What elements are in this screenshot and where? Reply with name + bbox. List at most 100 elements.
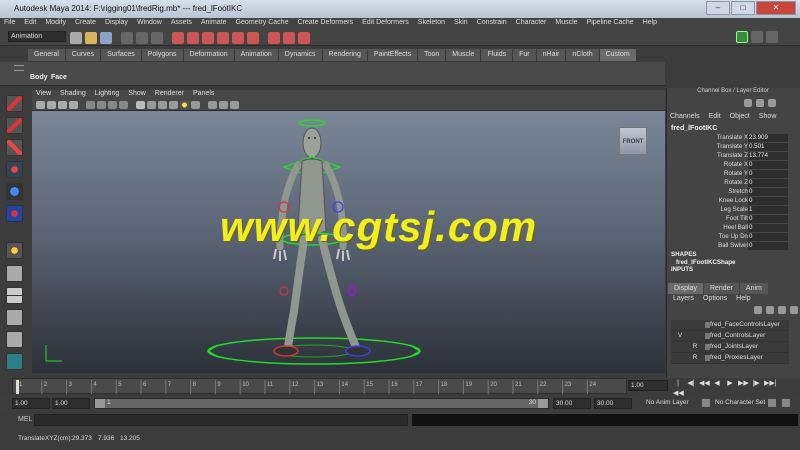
layer-menu-options[interactable]: Options (703, 295, 727, 302)
wireframe-on-shaded-icon[interactable] (158, 101, 167, 109)
cb-menu-edit[interactable]: Edit (709, 113, 721, 120)
attr-row[interactable]: Translate Z 13.774 (668, 152, 794, 161)
resolution-gate-icon[interactable] (108, 101, 117, 109)
step-forward-frame-button[interactable]: ▶▶ (738, 379, 749, 389)
wireframe-icon[interactable] (136, 101, 145, 109)
menu-muscle[interactable]: Muscle (551, 18, 582, 29)
attr-row[interactable]: Rotate Y0 (668, 170, 794, 179)
shelf-button-body[interactable]: Body (30, 74, 48, 81)
snap-curve-icon[interactable] (187, 32, 199, 44)
menu-help[interactable]: Help (639, 18, 662, 29)
go-to-start-button[interactable]: |◀◀ (673, 379, 684, 397)
shelf-tab-general[interactable]: General (28, 49, 66, 61)
shelf-tab-custom[interactable]: Custom (599, 49, 637, 61)
shelf-tab-dynamics[interactable]: Dynamics (278, 49, 323, 61)
play-forwards-button[interactable]: ▶ (725, 379, 735, 389)
layer-editor-icon[interactable] (756, 99, 764, 107)
layer-menu-layers[interactable]: Layers (673, 295, 694, 302)
anim-layer-dropdown[interactable]: No Anim Layer (646, 399, 689, 406)
layout-custom-icon[interactable] (6, 353, 23, 370)
layer-display-type[interactable]: R (690, 343, 700, 350)
cb-menu-channels[interactable]: Channels (670, 113, 700, 120)
attr-row[interactable]: Ball Swivel 0 (668, 242, 794, 251)
gate-mask-icon[interactable] (119, 101, 128, 109)
lasso-tool-icon[interactable] (6, 117, 23, 134)
menu-window[interactable]: Window (133, 18, 167, 29)
mel-input[interactable] (34, 414, 408, 426)
attr-row[interactable]: Toe Up Dn 0 (668, 233, 794, 242)
snap-plane-icon[interactable] (217, 32, 229, 44)
save-scene-icon[interactable] (100, 32, 112, 44)
attribute-editor-toggle-icon[interactable] (736, 31, 748, 43)
menu-edit-deformers[interactable]: Edit Deformers (358, 18, 414, 29)
attr-row[interactable]: Translate X 23.909 (668, 134, 794, 143)
attr-value[interactable]: 23.909 (748, 134, 788, 142)
panel-menu-panels[interactable]: Panels (189, 90, 219, 100)
layout-outliner-icon[interactable] (6, 331, 23, 348)
shelf-tab-nhair[interactable]: nHair (536, 49, 567, 61)
shelf-tab-animation[interactable]: Animation (234, 49, 279, 61)
attr-row[interactable]: Foot Tilt 0 (668, 215, 794, 224)
shelf-tab-painteffects[interactable]: PaintEffects (367, 49, 419, 61)
menu-skeleton[interactable]: Skeleton (414, 18, 450, 29)
xray-icon[interactable] (219, 101, 228, 109)
maximize-button[interactable]: □ (731, 1, 755, 15)
move-layer-down-icon[interactable] (766, 306, 774, 314)
new-scene-icon[interactable] (70, 32, 82, 44)
minimize-button[interactable]: – (706, 1, 730, 15)
menu-file[interactable]: File (0, 18, 20, 29)
layout-side-icon[interactable] (6, 309, 23, 326)
attr-row[interactable]: Translate Y 0.501 (668, 143, 794, 152)
layer-row[interactable]: fred_FaceControlsLayer (671, 320, 789, 331)
menu-animate[interactable]: Animate (197, 18, 232, 29)
range-start-handle[interactable] (95, 399, 105, 408)
panel-menu-lighting[interactable]: Lighting (91, 90, 125, 100)
layer-row[interactable]: Vfred_ControlsLayer (671, 331, 789, 342)
scale-tool-icon[interactable] (6, 205, 23, 222)
smooth-shade-icon[interactable] (147, 101, 156, 109)
animation-start-field[interactable]: 1.00 (12, 398, 50, 409)
menu-constrain[interactable]: Constrain (473, 18, 512, 29)
step-back-frame-button[interactable]: ◀◀ (699, 379, 710, 389)
snap-grid-icon[interactable] (172, 32, 184, 44)
shelf-button-face[interactable]: Face (51, 74, 67, 81)
viewport-front[interactable]: FRONT www.cgtsj.com (32, 111, 665, 373)
step-back-key-button[interactable]: ◀| (686, 379, 696, 389)
shelf-tab-deformation[interactable]: Deformation (183, 49, 235, 61)
auto-key-icon[interactable] (768, 399, 776, 407)
attr-row[interactable]: Rotate Z0 (668, 179, 794, 188)
image-plane-icon[interactable] (69, 101, 78, 109)
layer-tab-render[interactable]: Render (703, 283, 739, 294)
attr-value[interactable]: 0 (748, 233, 788, 241)
bookmark-icon[interactable] (58, 101, 67, 109)
range-slider[interactable]: 1 30 (94, 398, 549, 409)
attr-value[interactable]: 0 (748, 197, 788, 205)
select-object-icon[interactable] (136, 32, 148, 44)
animation-end-field[interactable]: 30.00 (594, 398, 632, 409)
menu-geometry-cache[interactable]: Geometry Cache (232, 18, 294, 29)
playback-start-field[interactable]: 1.00 (52, 398, 90, 409)
attr-row[interactable]: Knee Lock 0 (668, 197, 794, 206)
shelf-tab-ncloth[interactable]: nCloth (566, 49, 600, 61)
panel-menu-show[interactable]: Show (124, 90, 151, 100)
shape-name[interactable]: fred_lFootIKCShape (676, 259, 735, 266)
both-view-icon[interactable] (768, 99, 776, 107)
rotate-tool-icon[interactable] (6, 183, 23, 200)
menu-character[interactable]: Character (512, 18, 552, 29)
panel-menu-view[interactable]: View (32, 90, 56, 100)
lights-icon[interactable] (180, 101, 189, 109)
attr-row[interactable]: Leg Scale 1 (668, 206, 794, 215)
go-to-end-button[interactable]: ▶▶| (764, 379, 777, 389)
menu-create[interactable]: Create (71, 18, 101, 29)
range-end-handle[interactable] (538, 399, 548, 408)
cb-menu-object[interactable]: Object (730, 113, 750, 120)
current-frame-field[interactable]: 1.00 (628, 380, 668, 391)
menu-pipeline-cache[interactable]: Pipeline Cache (583, 18, 639, 29)
close-button[interactable]: ✕ (756, 1, 796, 15)
render-settings-icon[interactable] (298, 32, 310, 44)
new-layer-selected-icon[interactable] (790, 306, 798, 314)
render-frame-icon[interactable] (268, 32, 280, 44)
step-forward-key-button[interactable]: |▶ (751, 379, 761, 389)
attr-value[interactable]: 1 (748, 206, 788, 214)
shelf-tab-curves[interactable]: Curves (65, 49, 102, 61)
